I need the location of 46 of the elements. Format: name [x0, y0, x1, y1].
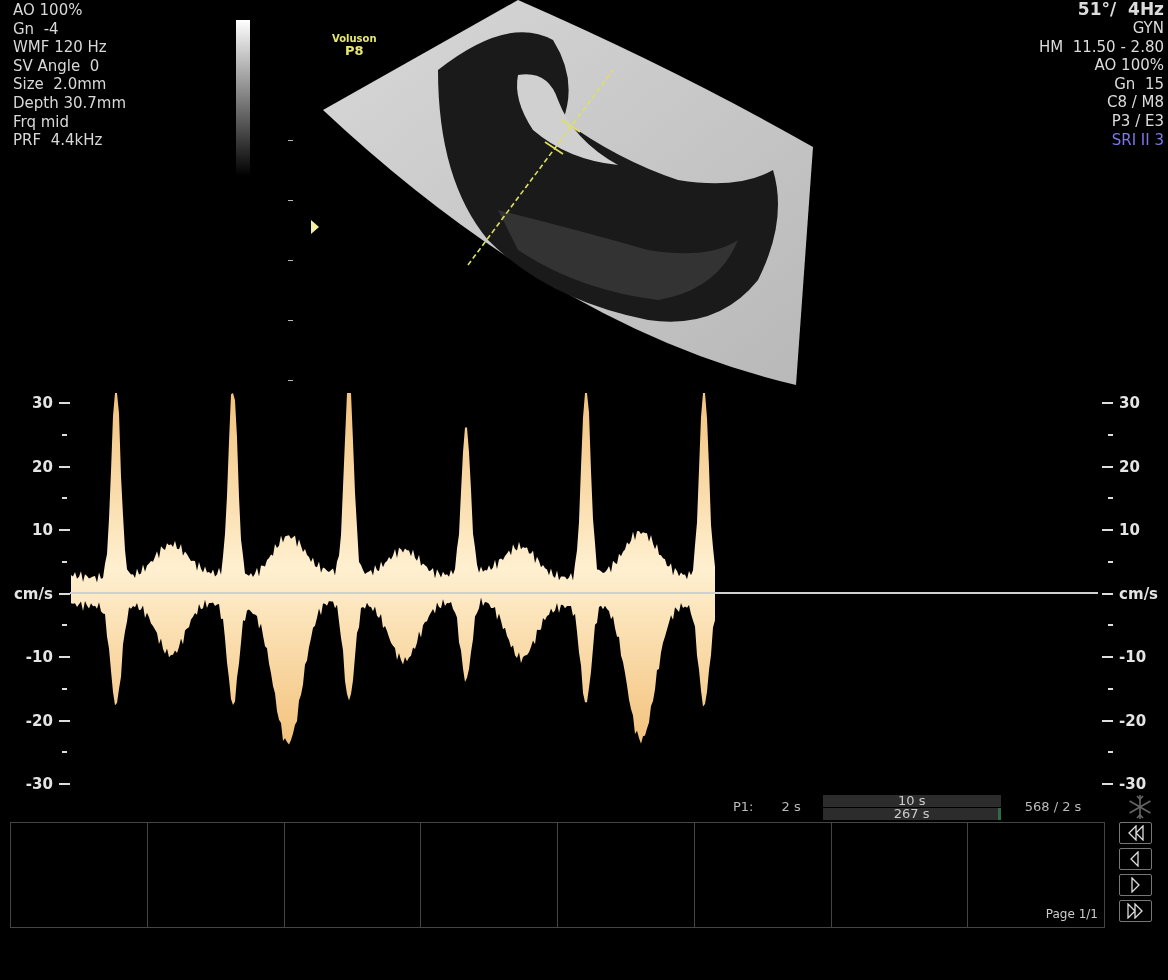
cine-total-time: 568 / 2 s [1024, 798, 1082, 817]
cine-label: P1: [733, 798, 754, 817]
parameter-text: Gn -4 [13, 19, 60, 39]
snowflake-icon [1127, 794, 1154, 820]
last-page-button[interactable] [1119, 900, 1152, 922]
parameter-text: PRF 4.4kHz [13, 131, 104, 150]
last-page-icon [1127, 903, 1144, 919]
axis-tick-label: 30 [32, 395, 53, 411]
parameter-text: Frq mid [13, 112, 71, 132]
axis-tick-label: -20 [1119, 712, 1147, 729]
unit-label: cm/s [1119, 585, 1159, 602]
parameter-text: GYN [1131, 19, 1164, 38]
sector-angle-text: 51°/ 4Hz [1076, 0, 1164, 19]
brand-logo-text: Voluson [332, 33, 377, 44]
axis-tick-label: 20 [1119, 458, 1140, 475]
axis-tick-label: 20 [32, 458, 53, 475]
parameter-text: Gn 15 [1113, 74, 1164, 94]
cine-start-time: 2 s [781, 798, 801, 817]
axis-tick-label: -10 [1119, 649, 1147, 665]
axis-tick-label: -10 [25, 649, 53, 665]
parameter-text: WMF 120 Hz [13, 38, 108, 57]
parameter-text: AO 100% [13, 1, 84, 20]
axis-tick-label: 30 [1119, 395, 1140, 411]
page-indicator: Page 1/1 [1045, 906, 1098, 923]
parameter-text: Size 2.0mm [13, 75, 108, 94]
parameter-text: HM 11.50 - 2.80 [1038, 37, 1164, 57]
parameter-text: AO 100% [1093, 56, 1164, 75]
axis-tick-label: -30 [25, 776, 53, 792]
parameter-text: P3 / E3 [1110, 111, 1164, 131]
first-page-button[interactable] [1119, 822, 1152, 844]
parameter-text: SRI II 3 [1110, 130, 1164, 150]
cine-progress-bar: 10 s 267 s [822, 794, 1001, 820]
unit-label: cm/s [13, 585, 53, 602]
parameter-text: C8 / M8 [1105, 93, 1164, 112]
parameter-text: Depth 30.7mm [13, 93, 128, 113]
previous-button[interactable] [1119, 848, 1152, 870]
thumbnail-slot[interactable]: Page 1/1 [968, 823, 1104, 927]
next-button[interactable] [1119, 874, 1152, 896]
first-page-icon [1127, 825, 1144, 841]
axis-tick-label: 10 [1119, 522, 1140, 538]
axis-tick-label: 10 [32, 522, 53, 538]
focus-marker-icon [311, 220, 319, 234]
parameter-text: SV Angle 0 [13, 56, 101, 76]
axis-tick-label: -30 [1119, 776, 1147, 792]
model-label: P8 [344, 44, 365, 59]
axis-tick-label: -20 [25, 712, 53, 729]
